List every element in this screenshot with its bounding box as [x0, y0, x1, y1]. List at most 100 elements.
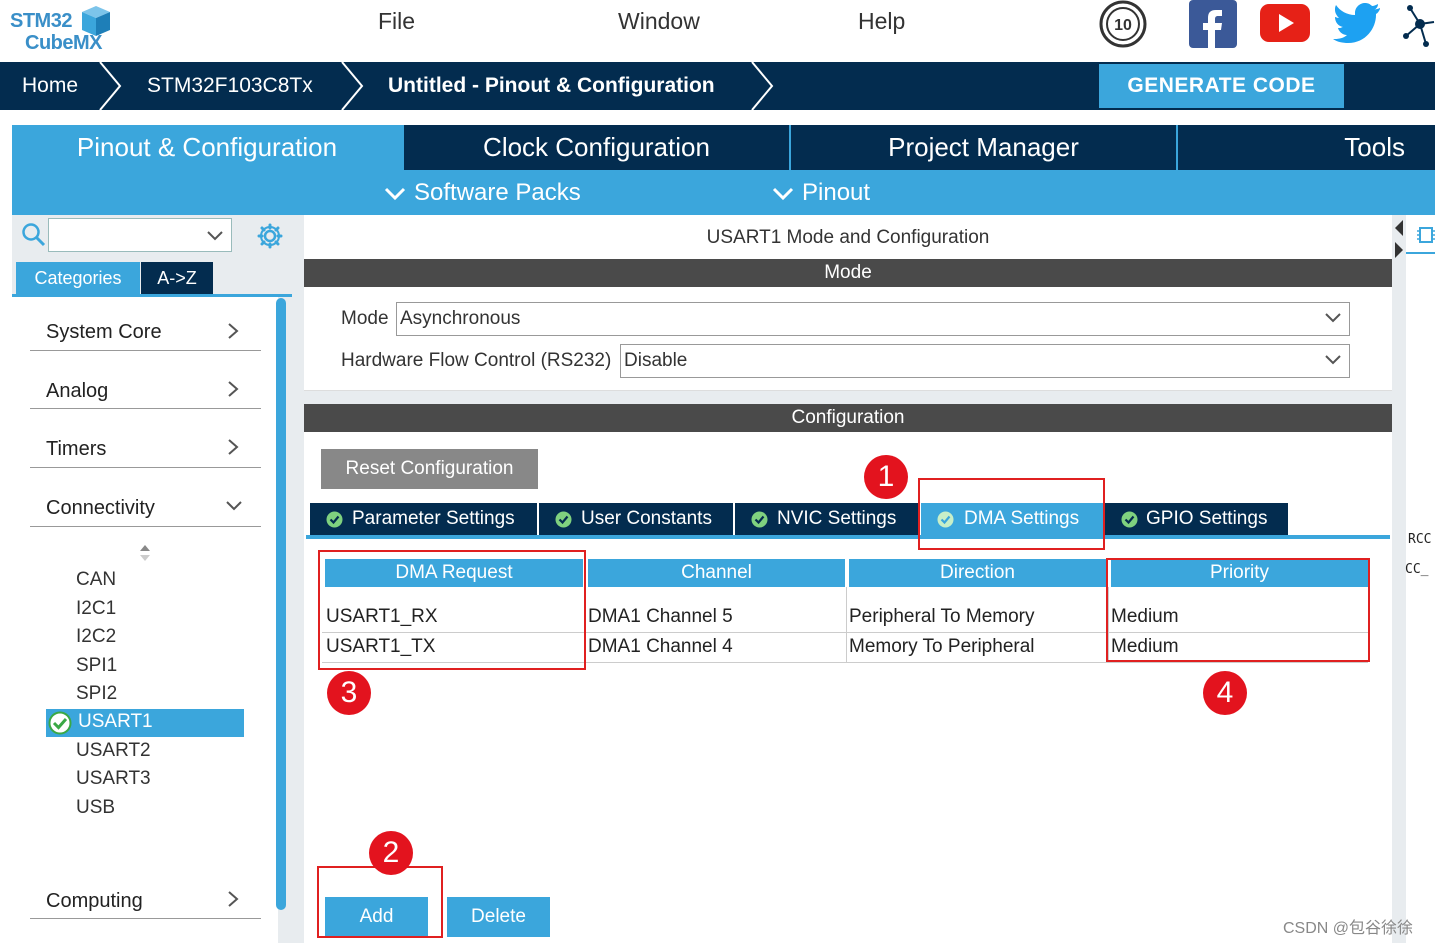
right-splitter[interactable] [1392, 215, 1406, 943]
tab-underline [306, 535, 1390, 539]
cell-channel: DMA1 Channel 5 [588, 606, 733, 627]
tab-clock-configuration[interactable]: Clock Configuration [404, 125, 789, 170]
annotation-box-priority [1106, 558, 1370, 662]
chevron-down-icon [1325, 355, 1341, 365]
tab-user-constants[interactable]: User Constants [539, 503, 733, 535]
software-packs-menu[interactable]: Software Packs [384, 170, 581, 215]
category-computing[interactable]: Computing [46, 890, 143, 913]
cc-label: CC_ [1405, 562, 1429, 577]
tab-project-manager[interactable]: Project Manager [791, 125, 1176, 170]
mode-value: Asynchronous [400, 308, 521, 329]
reset-configuration-button[interactable]: Reset Configuration [321, 449, 538, 489]
peripheral-spi2[interactable]: SPI2 [76, 683, 117, 705]
peripheral-can[interactable]: CAN [76, 569, 116, 591]
collapse-arrows-icon[interactable] [1393, 218, 1405, 260]
chevron-down-icon[interactable] [225, 499, 243, 513]
twitter-icon[interactable] [1333, 2, 1381, 51]
sort-icon[interactable] [138, 544, 152, 562]
tab-tools[interactable]: Tools [1178, 125, 1435, 170]
check-circle-icon [751, 511, 768, 528]
anniversary-10-icon[interactable]: 10 [1099, 0, 1147, 53]
network-icon[interactable] [1402, 0, 1435, 53]
software-packs-label: Software Packs [414, 179, 581, 206]
youtube-icon[interactable] [1260, 4, 1310, 47]
menu-bar: STM32 CubeMX File Window Help 10 [0, 0, 1435, 62]
menu-help[interactable]: Help [858, 8, 905, 35]
chip-icon[interactable] [1416, 224, 1435, 246]
tab-gpio-settings[interactable]: GPIO Settings [1105, 503, 1288, 535]
chevron-right-icon[interactable] [226, 380, 240, 398]
chevron-down-icon [772, 187, 794, 200]
check-circle-icon [1121, 511, 1138, 528]
peripheral-i2c1[interactable]: I2C1 [76, 598, 116, 620]
chevron-right-icon [341, 62, 364, 110]
annotation-box-dma-tab [918, 478, 1105, 550]
breadcrumb-home[interactable]: Home [22, 62, 78, 110]
cube-icon [82, 6, 110, 36]
panel-title: USART1 Mode and Configuration [706, 227, 990, 248]
pinout-menu[interactable]: Pinout [772, 170, 870, 215]
logo-line1: STM32 [10, 10, 72, 32]
chevron-right-icon [751, 62, 774, 110]
peripheral-usart2[interactable]: USART2 [76, 740, 151, 762]
peripheral-spi1[interactable]: SPI1 [76, 655, 117, 677]
segment-a-z[interactable]: A->Z [141, 262, 213, 294]
left-scrollbar[interactable] [276, 298, 286, 910]
column-channel[interactable]: Channel [588, 559, 845, 587]
menu-window[interactable]: Window [618, 8, 700, 35]
check-circle-icon [555, 511, 572, 528]
tab-parameter-settings[interactable]: Parameter Settings [310, 503, 537, 535]
stm32cubemx-logo: STM32 CubeMX [10, 6, 120, 56]
annotation-box-dma-request [318, 550, 586, 670]
category-timers[interactable]: Timers [46, 438, 106, 461]
category-system-core[interactable]: System Core [46, 321, 162, 344]
annotation-box-add [317, 866, 443, 938]
chevron-down-icon [384, 187, 406, 200]
chevron-down-icon[interactable] [207, 231, 223, 241]
hwflow-value: Disable [624, 350, 688, 371]
splitter[interactable] [292, 215, 304, 943]
tab-nvic-settings[interactable]: NVIC Settings [735, 503, 919, 535]
divider [30, 408, 261, 409]
peripheral-usart3[interactable]: USART3 [76, 768, 151, 790]
hwflow-label: Hardware Flow Control (RS232) [341, 350, 612, 371]
mode-label: Mode [341, 308, 389, 329]
check-circle-icon [48, 711, 72, 735]
generate-code-button[interactable]: GENERATE CODE [1099, 64, 1344, 108]
peripheral-usart1: USART1 [78, 711, 153, 732]
category-analog[interactable]: Analog [46, 380, 108, 403]
chevron-right-icon[interactable] [226, 322, 240, 340]
chevron-down-icon [1325, 313, 1341, 323]
tab-label: NVIC Settings [777, 508, 897, 529]
chevron-right-icon[interactable] [226, 438, 240, 456]
facebook-icon[interactable] [1189, 0, 1237, 53]
cell-channel: DMA1 Channel 4 [588, 636, 733, 657]
search-value [49, 219, 53, 239]
segment-categories[interactable]: Categories [16, 262, 140, 294]
tab-pinout-configuration[interactable]: Pinout & Configuration [12, 125, 402, 170]
category-connectivity[interactable]: Connectivity [46, 497, 155, 520]
main-tabs: Pinout & Configuration Clock Configurati… [12, 125, 1435, 215]
segment-underline [12, 294, 292, 297]
chevron-right-icon [99, 62, 122, 110]
peripheral-i2c2[interactable]: I2C2 [76, 626, 116, 648]
hwflow-select[interactable]: Disable [620, 344, 1350, 378]
delete-button[interactable]: Delete [447, 897, 550, 937]
check-circle-icon [326, 511, 343, 528]
peripheral-usb[interactable]: USB [76, 797, 115, 819]
anniversary-text: 10 [1114, 17, 1132, 34]
breadcrumb-device[interactable]: STM32F103C8Tx [147, 62, 313, 110]
pinout-label: Pinout [802, 179, 871, 206]
cell-direction: Memory To Peripheral [849, 636, 1035, 657]
right-tab-underline [1406, 252, 1435, 254]
rcc-label: RCC [1408, 532, 1432, 547]
menu-file[interactable]: File [378, 8, 415, 35]
column-direction[interactable]: Direction [849, 559, 1106, 587]
search-input[interactable] [48, 218, 232, 252]
gear-icon[interactable] [256, 222, 284, 250]
mode-select[interactable]: Asynchronous [396, 302, 1350, 336]
chevron-right-icon[interactable] [226, 890, 240, 908]
section-gap [304, 391, 1392, 405]
search-icon[interactable] [21, 222, 47, 248]
breadcrumb-project[interactable]: Untitled - Pinout & Configuration [388, 62, 715, 110]
